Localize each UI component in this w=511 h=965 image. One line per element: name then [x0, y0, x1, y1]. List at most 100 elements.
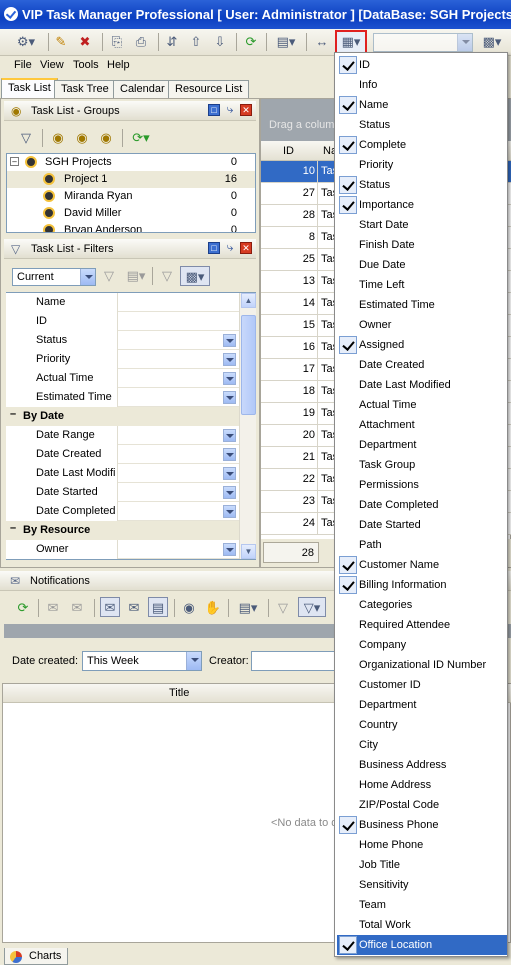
chevron-down-icon[interactable] — [223, 505, 236, 518]
menu-item-column[interactable]: Importance — [337, 195, 507, 215]
close-icon[interactable]: ✕ — [240, 242, 252, 254]
menu-item-column[interactable]: Date Completed — [337, 495, 507, 515]
menu-item-column[interactable]: Owner — [337, 315, 507, 335]
menu-item-column[interactable]: Total Work — [337, 915, 507, 935]
menu-item-column[interactable]: Status — [337, 175, 507, 195]
maximize-icon[interactable]: □ — [208, 242, 220, 254]
filter-row[interactable]: ID — [6, 312, 239, 331]
tab-charts[interactable]: Charts — [4, 948, 69, 965]
menu-item-column[interactable]: ID — [337, 55, 507, 75]
menu-help[interactable]: Help — [107, 59, 130, 71]
menu-item-column[interactable]: Permissions — [337, 475, 507, 495]
chevron-down-icon[interactable] — [223, 353, 236, 366]
notif-filter-icon[interactable]: ▽ — [274, 598, 292, 618]
menu-tools[interactable]: Tools — [73, 59, 99, 71]
notif-read-icon[interactable]: ✉ — [44, 598, 62, 618]
close-icon[interactable]: ✕ — [240, 104, 252, 116]
filter-row[interactable]: Date Range — [6, 426, 239, 445]
chevron-down-icon[interactable] — [223, 486, 236, 499]
menu-item-column[interactable]: Office Location — [337, 935, 507, 955]
notif-refresh-icon[interactable]: ⟳ — [14, 598, 32, 618]
pin-icon[interactable]: ⤷ — [224, 241, 236, 254]
filter-row[interactable]: Date Started — [6, 483, 239, 502]
filter-row[interactable]: Date Last Modifi — [6, 464, 239, 483]
group-project-1[interactable]: Project 1 16 — [7, 171, 255, 188]
chevron-down-icon[interactable] — [223, 391, 236, 404]
notif-hand-icon[interactable]: ✋ — [204, 598, 222, 618]
notif-unread-icon[interactable]: ✉ — [68, 598, 86, 618]
group-root-sgh-projects[interactable]: – SGH Projects 0 — [7, 154, 255, 171]
tab-calendar[interactable]: Calendar — [113, 80, 172, 98]
notif-options-icon[interactable]: ▤▾ — [234, 598, 262, 618]
chevron-down-icon[interactable] — [223, 543, 236, 556]
menu-item-column[interactable]: Date Created — [337, 355, 507, 375]
menu-item-column[interactable]: Info — [337, 75, 507, 95]
menu-item-column[interactable]: Required Attendee — [337, 615, 507, 635]
chevron-down-icon[interactable] — [223, 448, 236, 461]
task-copy-icon[interactable]: ⎘ — [108, 32, 126, 52]
menu-item-column[interactable]: Team — [337, 895, 507, 915]
filter-row[interactable]: Owner — [6, 540, 239, 559]
menu-item-column[interactable]: ZIP/Postal Code — [337, 795, 507, 815]
menu-item-column[interactable]: Department — [337, 435, 507, 455]
group-miranda-ryan[interactable]: Miranda Ryan 0 — [7, 188, 255, 205]
menu-item-column[interactable]: Categories — [337, 595, 507, 615]
refresh-icon[interactable]: ⟳ — [242, 32, 260, 52]
group-bryan-anderson[interactable]: Bryan Anderson 0 — [7, 222, 255, 232]
group-refresh-icon[interactable]: ⟳▾ — [126, 128, 156, 148]
menu-item-column[interactable]: Home Phone — [337, 835, 507, 855]
task-add-icon[interactable]: ⚙▾ — [14, 32, 38, 52]
menu-item-column[interactable]: Date Last Modified — [337, 375, 507, 395]
group-david-miller[interactable]: David Miller 0 — [7, 205, 255, 222]
notif-view-icon[interactable]: ◉ — [180, 598, 198, 618]
maximize-icon[interactable]: □ — [208, 104, 220, 116]
group-filter-icon[interactable]: ▽ — [16, 128, 36, 148]
scroll-down-icon[interactable]: ▼ — [241, 544, 256, 559]
task-print-icon[interactable]: ⎙ — [132, 32, 150, 52]
menu-item-column[interactable]: Priority — [337, 155, 507, 175]
filter-row[interactable]: Priority — [6, 350, 239, 369]
toolbar-combo[interactable] — [373, 33, 473, 52]
menu-item-column[interactable]: Attachment — [337, 415, 507, 435]
notif-page-icon[interactable]: ▤ — [148, 597, 168, 617]
notif-inbox-icon[interactable]: ✉ — [100, 597, 120, 617]
filter-row[interactable]: Estimated Time — [6, 388, 239, 407]
filter-row[interactable]: Status — [6, 331, 239, 350]
menu-item-column[interactable]: Home Address — [337, 775, 507, 795]
chevron-down-icon[interactable] — [223, 429, 236, 442]
scroll-thumb[interactable] — [241, 315, 256, 415]
menu-item-column[interactable]: Business Address — [337, 755, 507, 775]
menu-view[interactable]: View — [40, 59, 64, 71]
menu-item-column[interactable]: City — [337, 735, 507, 755]
filter-row[interactable]: Date Completed — [6, 502, 239, 521]
menu-item-column[interactable]: Date Started — [337, 515, 507, 535]
menu-item-column[interactable]: Company — [337, 635, 507, 655]
column-chooser-icon[interactable]: ▦▾ — [335, 30, 367, 54]
menu-item-column[interactable]: Customer Name — [337, 555, 507, 575]
collapse-icon[interactable]: – — [10, 157, 19, 166]
menu-item-column[interactable]: Due Date — [337, 255, 507, 275]
notif-filter-options-icon[interactable]: ▽▾ — [298, 597, 326, 617]
menu-item-column[interactable]: Name — [337, 95, 507, 115]
filter-row[interactable]: Date Created — [6, 445, 239, 464]
fit-columns-icon[interactable]: ↔ — [312, 32, 332, 52]
pin-icon[interactable]: ⤷ — [224, 103, 236, 116]
menu-item-column[interactable]: Organizational ID Number — [337, 655, 507, 675]
filter-save-icon[interactable]: ▩▾ — [180, 266, 210, 286]
menu-item-column[interactable]: Actual Time — [337, 395, 507, 415]
date-created-select[interactable]: This Week — [82, 651, 202, 671]
filter-category[interactable]: By Date — [6, 407, 239, 426]
menu-file[interactable]: File — [14, 59, 32, 71]
filter-row[interactable]: Name — [6, 293, 239, 312]
menu-item-column[interactable]: Customer ID — [337, 675, 507, 695]
menu-item-column[interactable]: Status — [337, 115, 507, 135]
column-header-id[interactable]: ID — [283, 145, 294, 157]
menu-item-column[interactable]: Task Group — [337, 455, 507, 475]
filter-clear-icon[interactable]: ▽ — [158, 266, 176, 286]
menu-item-column[interactable]: Sensitivity — [337, 875, 507, 895]
menu-item-column[interactable]: Complete — [337, 135, 507, 155]
task-edit-icon[interactable]: ✎ — [52, 32, 70, 52]
view-options-icon[interactable]: ▤▾ — [272, 32, 300, 52]
menu-item-column[interactable]: Path — [337, 535, 507, 555]
menu-item-column[interactable]: Billing Information — [337, 575, 507, 595]
